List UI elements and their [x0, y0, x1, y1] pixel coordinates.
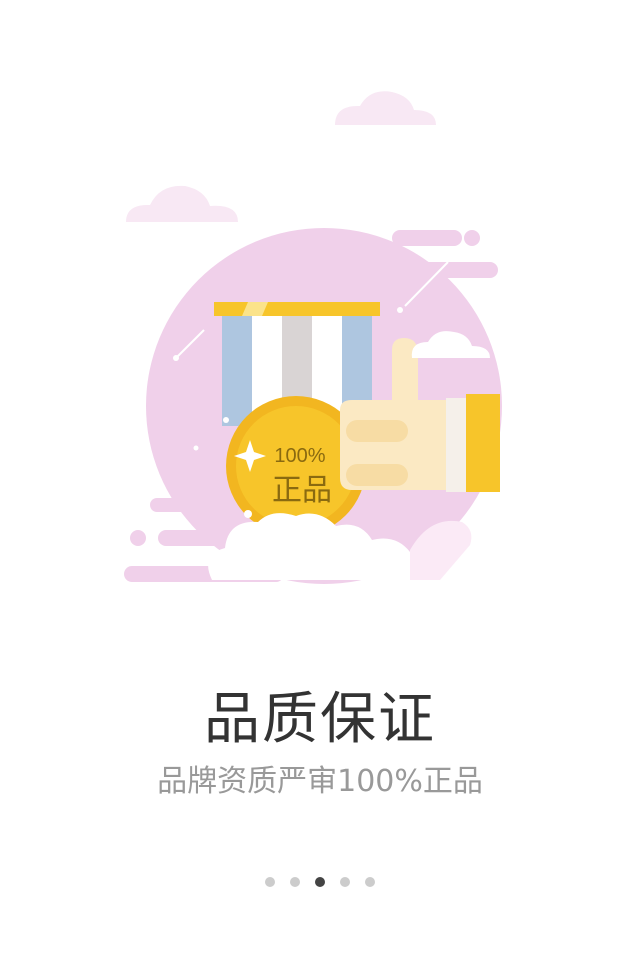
- page-title: 品质保证: [204, 687, 436, 752]
- guide-page: 100% 正品 品质保证 品牌资质严审100%正品: [0, 0, 640, 960]
- svg-text:100%: 100%: [274, 445, 325, 467]
- page-dot-5[interactable]: [365, 877, 375, 887]
- page-dot-4[interactable]: [340, 877, 350, 887]
- svg-text:正品: 正品: [272, 473, 332, 508]
- cloud-icon: [126, 185, 238, 222]
- page-dot-3[interactable]: [315, 877, 325, 887]
- page-dot-1[interactable]: [265, 877, 275, 887]
- cloud-icon: [335, 91, 436, 125]
- page-subtitle: 品牌资质严审100%正品: [157, 764, 483, 799]
- quality-guarantee-illustration: 100% 正品: [124, 91, 502, 584]
- pagination-dots: [0, 875, 640, 889]
- page-dot-2[interactable]: [290, 877, 300, 887]
